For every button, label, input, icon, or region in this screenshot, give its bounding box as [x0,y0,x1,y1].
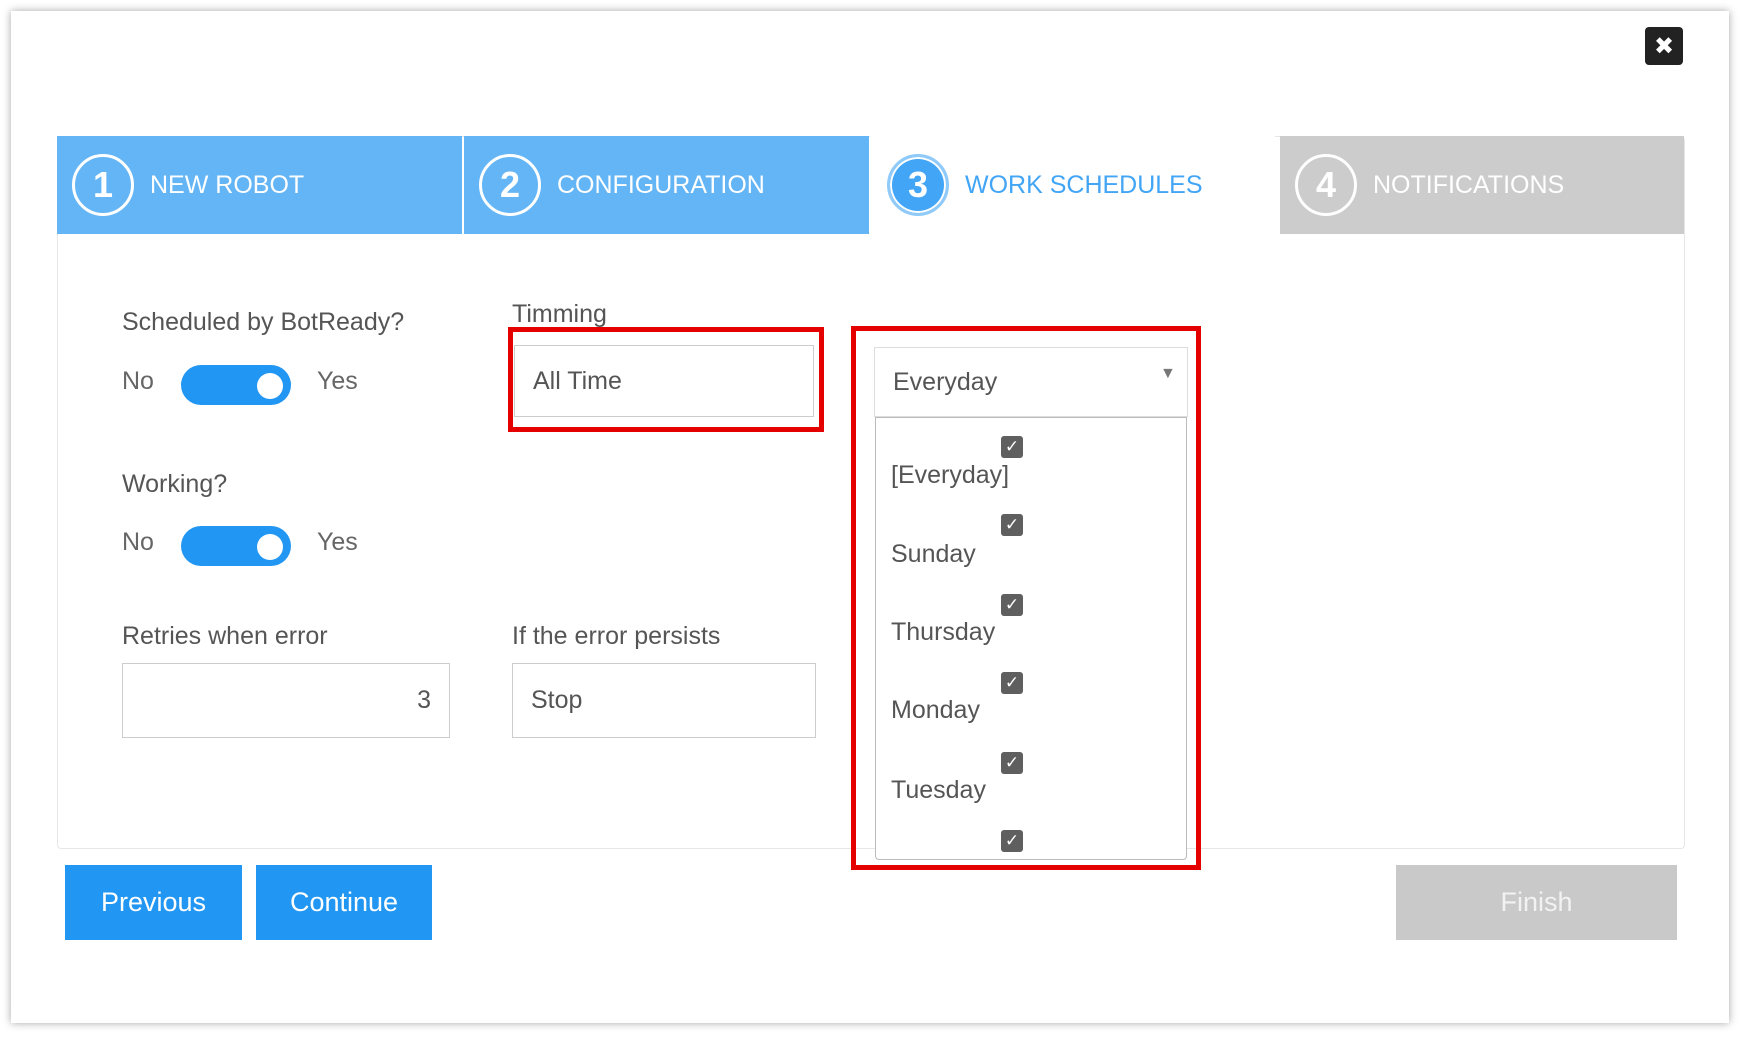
persist-value: Stop [531,686,583,714]
working-no-label: No [122,528,154,556]
step-number-4: 4 [1295,154,1357,216]
step-label: WORK SCHEDULES [965,170,1203,199]
working-label: Working? [122,470,228,498]
step-number-3: 3 [887,154,949,216]
timming-label: Timming [512,300,607,328]
retries-label: Retries when error [122,622,328,650]
toggle-knob [257,373,283,399]
close-icon: ✖ [1653,32,1675,60]
previous-label: Previous [100,887,207,917]
toggle-knob [257,534,283,560]
step-new-robot[interactable]: 1 NEW ROBOT [57,136,462,234]
timming-highlight [508,327,824,432]
persist-select[interactable]: Stop [512,663,816,738]
finish-button[interactable]: Finish [1396,865,1677,940]
step-label: NEW ROBOT [150,170,305,199]
step-number-1: 1 [72,154,134,216]
step-number-2: 2 [479,154,541,216]
working-toggle[interactable] [181,526,291,566]
persist-label: If the error persists [512,622,721,650]
step-notifications[interactable]: 4 NOTIFICATIONS [1280,136,1684,234]
schedule-highlight [851,326,1201,870]
scheduled-no-label: No [122,367,154,395]
retries-input[interactable]: 3 [122,663,450,738]
close-button[interactable]: ✖ [1645,27,1683,65]
step-work-schedules[interactable]: 3 WORK SCHEDULES [870,136,1275,234]
scheduled-toggle[interactable] [181,365,291,405]
previous-button[interactable]: Previous [65,865,242,940]
scheduled-label: Scheduled by BotReady? [122,308,405,336]
continue-label: Continue [289,887,399,917]
scheduled-yes-label: Yes [317,367,358,395]
continue-button[interactable]: Continue [256,865,432,940]
working-yes-label: Yes [317,528,358,556]
step-configuration[interactable]: 2 CONFIGURATION [464,136,869,234]
retries-value: 3 [417,686,431,714]
step-label: CONFIGURATION [557,170,765,199]
finish-label: Finish [1500,887,1573,917]
step-label: NOTIFICATIONS [1373,170,1565,199]
